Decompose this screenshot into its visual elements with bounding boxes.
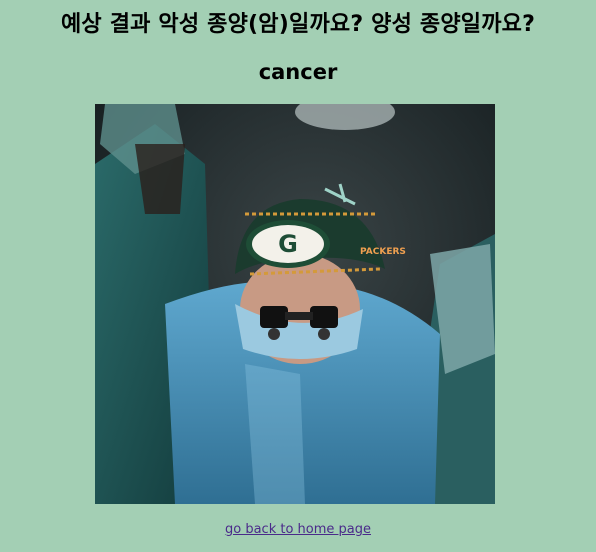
result-page: 예상 결과 악성 종양(암)일까요? 양성 종양일까요? cancer G PA… xyxy=(0,0,596,552)
home-link[interactable]: go back to home page xyxy=(225,522,371,537)
svg-text:G: G xyxy=(278,230,298,258)
svg-text:PACKERS: PACKERS xyxy=(360,247,406,257)
home-link-container: go back to home page xyxy=(0,522,596,537)
result-image: G PACKERS xyxy=(95,104,495,504)
page-question-heading: 예상 결과 악성 종양(암)일까요? 양성 종양일까요? xyxy=(60,12,536,37)
prediction-result: cancer xyxy=(258,60,338,84)
